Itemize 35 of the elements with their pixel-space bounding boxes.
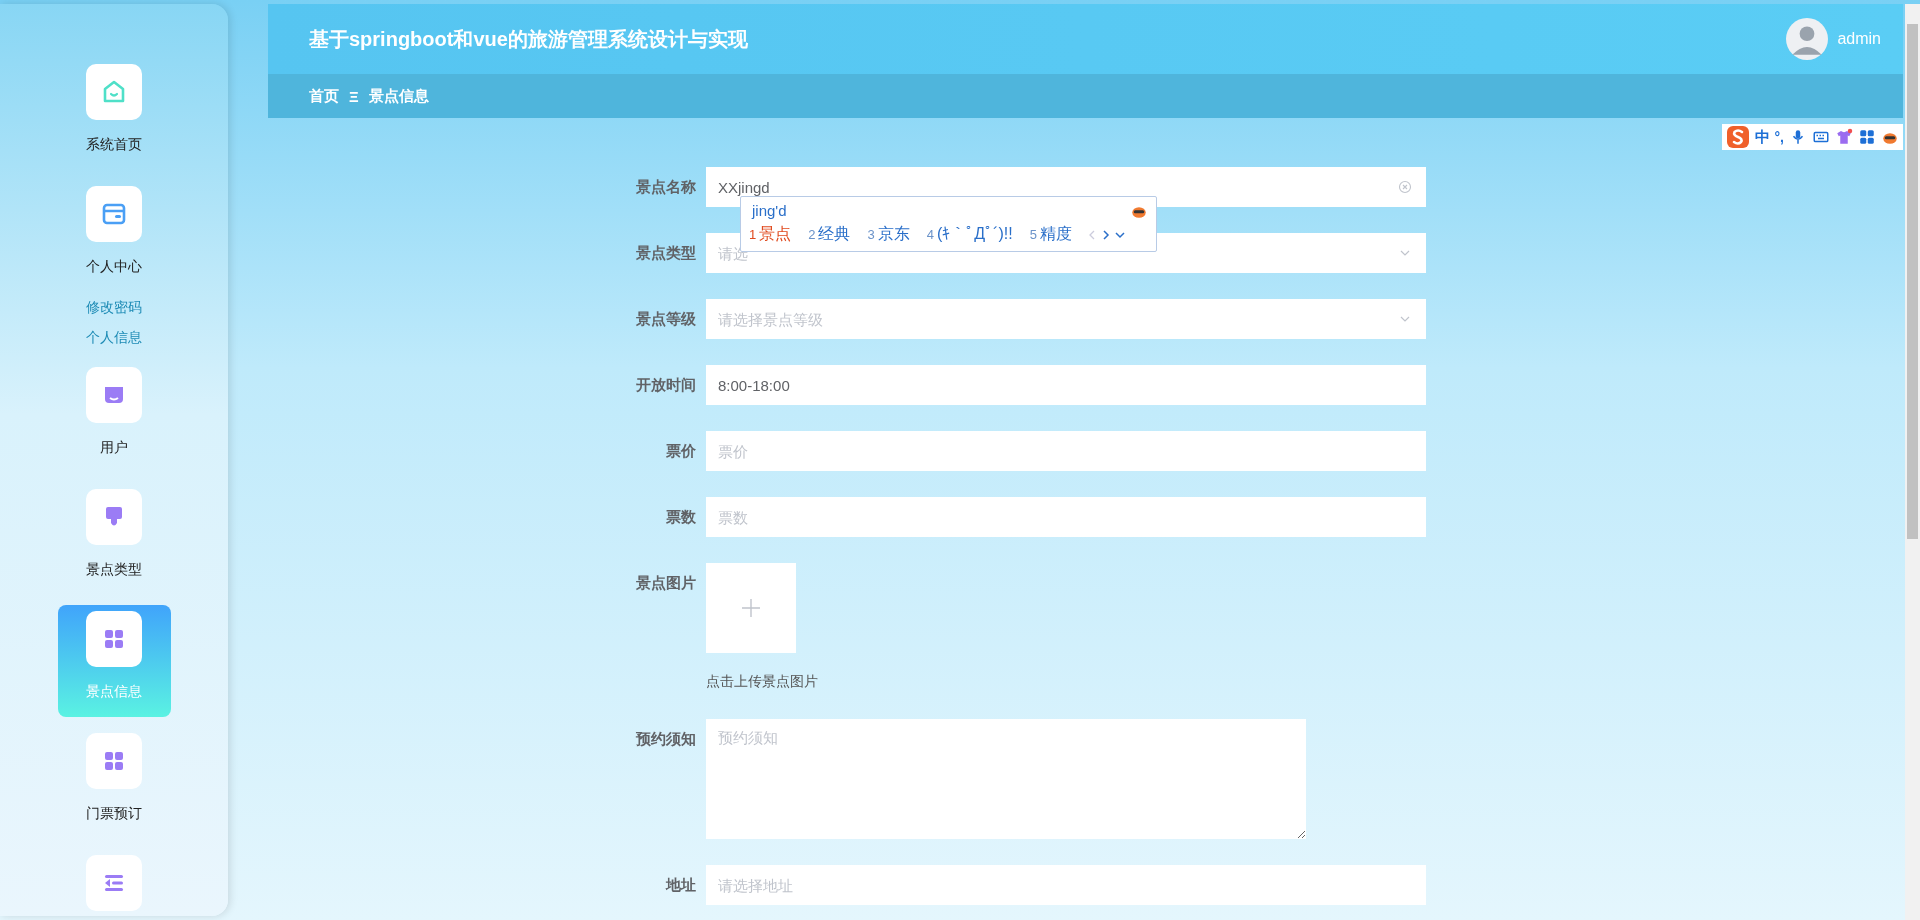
avatar-icon[interactable] xyxy=(1786,18,1829,60)
app-title: 基于springboot和vue的旅游管理系统设计与实现 xyxy=(309,26,748,52)
field-label: 票价 xyxy=(665,441,696,461)
sidebar-item[interactable]: 门票预订 xyxy=(57,727,171,839)
field-label: 景点图片 xyxy=(635,573,696,593)
submenu-link[interactable]: 个人信息 xyxy=(86,322,142,352)
clear-icon[interactable] xyxy=(1398,180,1412,194)
ime-logo-icon[interactable] xyxy=(1725,125,1750,149)
field-label: 预约须知 xyxy=(635,729,696,749)
select-field[interactable]: 请选择景点等级 xyxy=(706,299,1426,339)
input-field[interactable]: 票数 xyxy=(706,497,1426,537)
scrollbar[interactable] xyxy=(1905,4,1920,920)
input-field[interactable]: 票价 xyxy=(706,431,1426,471)
sidebar-item[interactable]: 系统首页 xyxy=(57,58,171,170)
breadcrumb-separator: Ξ xyxy=(349,87,359,105)
scrollbar-thumb[interactable] xyxy=(1907,24,1918,539)
sidebar-item[interactable]: 个人中心 xyxy=(57,180,171,292)
field-label: 地址 xyxy=(664,875,696,895)
upload-hint: 点击上传景点图片 xyxy=(706,672,818,691)
submenu-link[interactable]: 修改密码 xyxy=(86,292,142,322)
field-label: 景点等级 xyxy=(635,309,696,329)
input-field[interactable]: 8:00-18:00 xyxy=(706,365,1426,405)
sidebar-item[interactable]: 用户 xyxy=(57,361,171,473)
field-label: 景点类型 xyxy=(635,243,696,263)
shirt-icon[interactable] xyxy=(1835,128,1853,146)
ime-mode-toggle[interactable]: 中 xyxy=(1754,127,1770,147)
field-label: 景点名称 xyxy=(635,177,696,197)
plus-icon xyxy=(741,598,761,618)
textarea-field[interactable]: 预约须知 xyxy=(706,719,1306,839)
field-label: 票数 xyxy=(665,507,696,527)
input-field[interactable]: 请选择地址 xyxy=(706,865,1426,905)
field-label: 开放时间 xyxy=(635,375,696,395)
sidebar-item[interactable]: 景点类型 xyxy=(57,483,171,595)
punctuation-toggle[interactable]: °, xyxy=(1774,129,1784,145)
grid-icon[interactable] xyxy=(1858,128,1876,146)
